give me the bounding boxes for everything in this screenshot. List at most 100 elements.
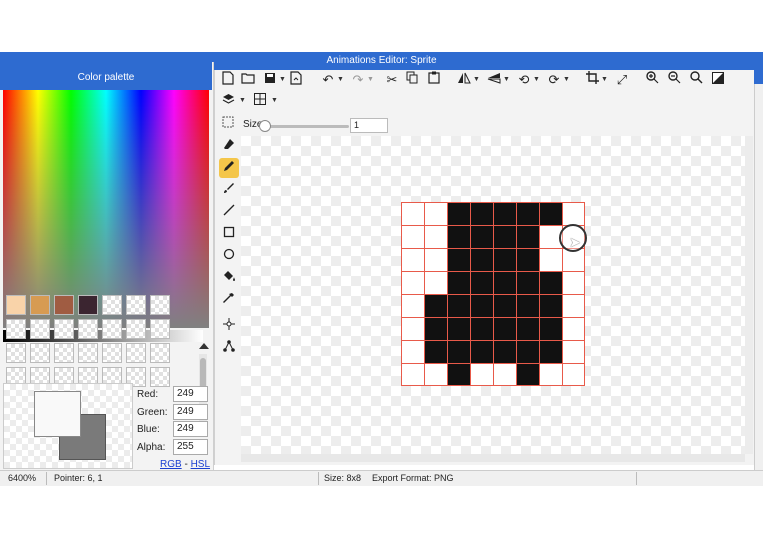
sprite-pixel[interactable] <box>516 202 539 225</box>
zoom-fit-icon[interactable] <box>687 71 705 89</box>
sprite-pixel[interactable] <box>470 363 493 386</box>
sprite-pixel[interactable] <box>424 340 447 363</box>
grid-icon[interactable] <box>251 92 269 110</box>
palette-swatch[interactable] <box>6 319 26 339</box>
rotate-right-dropdown-icon[interactable]: ▼ <box>563 71 570 89</box>
palette-swatch[interactable] <box>30 319 50 339</box>
brightness-slider-arrow[interactable] <box>199 343 209 349</box>
sprite-pixel[interactable] <box>424 248 447 271</box>
sprite-pixel[interactable] <box>539 202 562 225</box>
sprite-pixel[interactable] <box>516 248 539 271</box>
sprite-pixel[interactable] <box>447 363 470 386</box>
palette-swatch[interactable] <box>78 295 98 315</box>
brush-icon[interactable] <box>219 180 239 200</box>
sprite-pixel[interactable] <box>493 202 516 225</box>
palette-swatch[interactable] <box>150 343 170 363</box>
zoom-in-icon[interactable] <box>643 71 661 89</box>
sprite-pixel[interactable] <box>493 363 516 386</box>
canvas-vertical-scrollbar[interactable] <box>745 136 753 454</box>
sprite-pixel[interactable] <box>562 317 585 340</box>
save-icon[interactable] <box>261 71 279 89</box>
primary-color-swatch[interactable] <box>34 391 81 437</box>
palette-swatch[interactable] <box>30 343 50 363</box>
sprite-pixel[interactable] <box>562 340 585 363</box>
palette-swatch[interactable] <box>54 319 74 339</box>
sprite-pixel[interactable] <box>470 225 493 248</box>
canvas-horizontal-scrollbar[interactable] <box>241 454 745 462</box>
sprite-pixel[interactable] <box>470 248 493 271</box>
sprite-pixel[interactable] <box>401 271 424 294</box>
palette-swatch[interactable] <box>126 343 146 363</box>
sprite-pixel[interactable] <box>539 294 562 317</box>
sprite-pixel[interactable] <box>562 294 585 317</box>
line-icon[interactable] <box>219 202 239 222</box>
rotate-left-icon[interactable]: ⟲ <box>515 71 533 89</box>
sprite-pixel[interactable] <box>539 271 562 294</box>
rectangle-icon[interactable] <box>219 224 239 244</box>
sprite-pixel[interactable] <box>447 340 470 363</box>
size-slider-track[interactable] <box>263 125 349 128</box>
sprite-pixel[interactable] <box>424 225 447 248</box>
sprite-pixel[interactable] <box>401 225 424 248</box>
sprite-pixel[interactable] <box>562 271 585 294</box>
sprite-pixel[interactable] <box>516 225 539 248</box>
sprite-pixel[interactable] <box>539 248 562 271</box>
sprite-pixel[interactable] <box>539 363 562 386</box>
palette-swatch[interactable] <box>6 295 26 315</box>
undo-dropdown-icon[interactable]: ▼ <box>337 71 344 89</box>
sprite-pixel[interactable] <box>424 271 447 294</box>
palette-swatch[interactable] <box>102 295 122 315</box>
undo-icon[interactable]: ↶ <box>319 71 337 89</box>
resize-icon[interactable]: ⤢ <box>613 71 631 89</box>
palette-swatch[interactable] <box>6 343 26 363</box>
zoom-out-icon[interactable] <box>665 71 683 89</box>
flip-vertical-icon[interactable] <box>485 71 503 89</box>
sprite-pixel[interactable] <box>401 202 424 225</box>
sprite-grid[interactable] <box>401 202 585 386</box>
open-folder-icon[interactable] <box>239 71 257 89</box>
cut-icon[interactable]: ✂ <box>383 71 401 89</box>
rotate-right-icon[interactable]: ⟳ <box>545 71 563 89</box>
sprite-pixel[interactable] <box>447 202 470 225</box>
flip-vertical-dropdown-icon[interactable]: ▼ <box>503 71 510 89</box>
sprite-pixel[interactable] <box>493 271 516 294</box>
sprite-pixel[interactable] <box>401 363 424 386</box>
layers-dropdown-icon[interactable]: ▼ <box>239 92 246 110</box>
size-slider-thumb[interactable] <box>259 120 271 132</box>
sprite-pixel[interactable] <box>424 363 447 386</box>
fill-bucket-icon[interactable] <box>219 268 239 288</box>
rgb-mode-link[interactable]: RGB <box>160 459 182 470</box>
red-input[interactable]: 249 <box>173 386 208 402</box>
sprite-pixel[interactable] <box>562 363 585 386</box>
sprite-pixel[interactable] <box>401 317 424 340</box>
export-icon[interactable] <box>287 71 305 89</box>
sprite-pixel[interactable] <box>401 248 424 271</box>
sprite-pixel[interactable] <box>470 202 493 225</box>
sprite-pixel[interactable] <box>447 248 470 271</box>
node-tool-icon[interactable] <box>219 338 239 358</box>
sprite-pixel[interactable] <box>516 340 539 363</box>
pencil-icon[interactable] <box>219 158 239 178</box>
sprite-pixel[interactable] <box>516 271 539 294</box>
sprite-pixel[interactable] <box>562 202 585 225</box>
hsl-mode-link[interactable]: HSL <box>191 459 210 470</box>
rotate-left-dropdown-icon[interactable]: ▼ <box>533 71 540 89</box>
sprite-pixel[interactable] <box>470 271 493 294</box>
palette-swatch[interactable] <box>150 367 170 387</box>
drawing-canvas[interactable]: ➤ <box>241 136 745 454</box>
palette-swatch[interactable] <box>78 343 98 363</box>
palette-swatch[interactable] <box>30 295 50 315</box>
grid-dropdown-icon[interactable]: ▼ <box>271 92 278 110</box>
select-tool-icon[interactable] <box>219 115 237 133</box>
move-point-icon[interactable] <box>219 316 239 336</box>
sprite-pixel[interactable] <box>401 294 424 317</box>
palette-swatch[interactable] <box>150 295 170 315</box>
sprite-pixel[interactable] <box>470 294 493 317</box>
copy-icon[interactable] <box>403 71 421 89</box>
sprite-pixel[interactable] <box>516 317 539 340</box>
layers-icon[interactable] <box>219 92 237 110</box>
invert-icon[interactable] <box>709 71 727 89</box>
palette-swatch[interactable] <box>150 319 170 339</box>
sprite-pixel[interactable] <box>447 317 470 340</box>
flip-horizontal-icon[interactable] <box>455 71 473 89</box>
